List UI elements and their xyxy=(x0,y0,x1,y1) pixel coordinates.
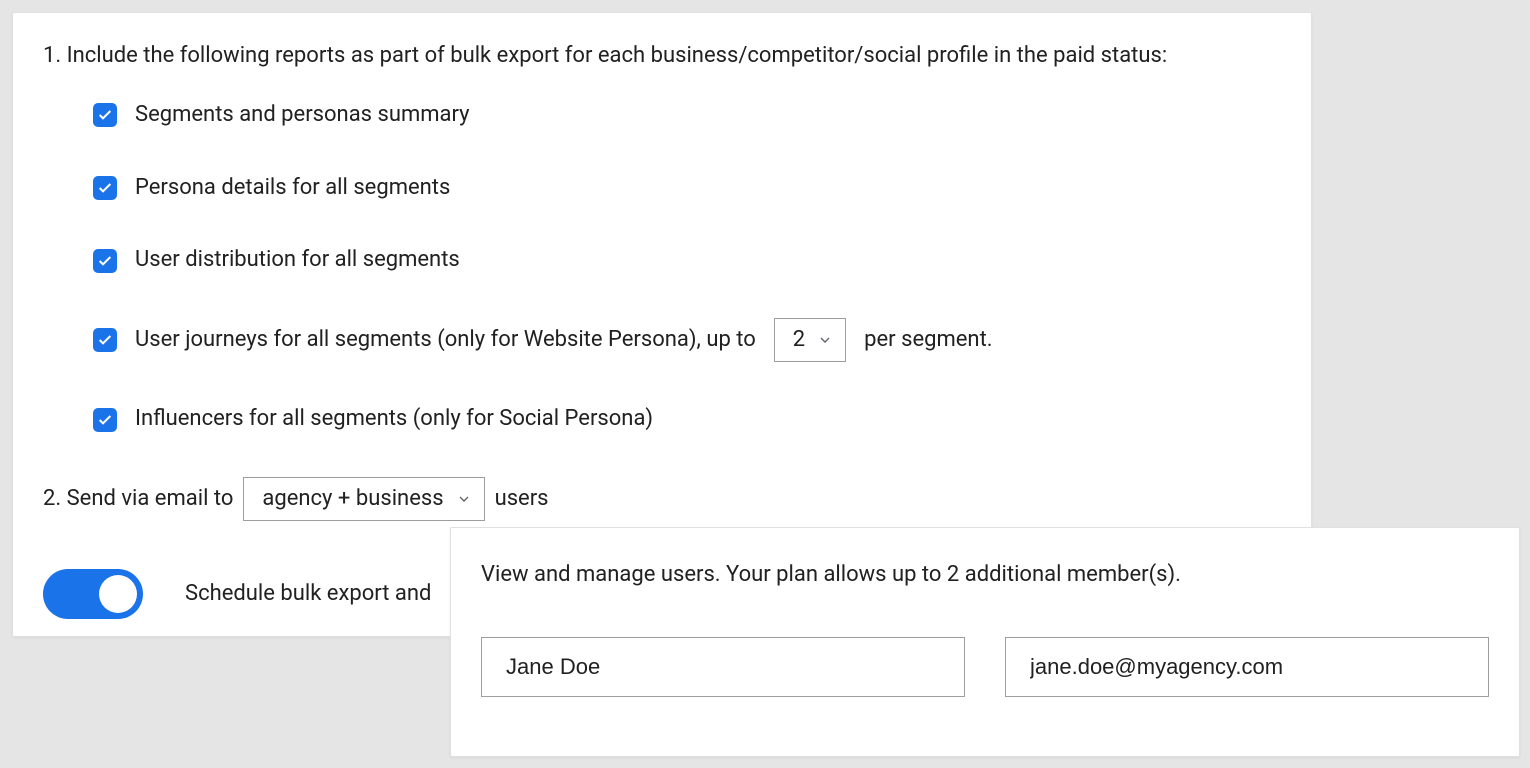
email-recipients-select[interactable]: agency + business xyxy=(243,477,484,521)
check-label-persona-details: Persona details for all segments xyxy=(135,173,450,204)
chevron-down-icon xyxy=(456,491,472,507)
check-label-user-journeys-pre: User journeys for all segments (only for… xyxy=(135,325,756,356)
checkbox-user-distribution[interactable] xyxy=(93,249,117,273)
checkbox-user-journeys[interactable] xyxy=(93,328,117,352)
section-2-email: 2. Send via email to agency + business u… xyxy=(43,477,1281,521)
journeys-per-segment-value: 2 xyxy=(793,325,805,356)
section-1-heading: 1. Include the following reports as part… xyxy=(43,41,1281,72)
manage-users-card: View and manage users. Your plan allows … xyxy=(450,527,1520,757)
schedule-label: Schedule bulk export and xyxy=(185,579,431,610)
checkbox-persona-details[interactable] xyxy=(93,176,117,200)
toggle-knob xyxy=(99,575,137,613)
report-checklist: Segments and personas summary Persona de… xyxy=(93,100,1281,435)
manage-users-text: View and manage users. Your plan allows … xyxy=(481,560,1489,591)
check-icon xyxy=(97,412,113,428)
check-label-influencers: Influencers for all segments (only for S… xyxy=(135,404,653,435)
check-label-user-journeys-post: per segment. xyxy=(864,325,992,356)
check-label-segments-summary: Segments and personas summary xyxy=(135,100,470,131)
user-name-input[interactable] xyxy=(481,637,965,697)
check-row-user-journeys: User journeys for all segments (only for… xyxy=(93,318,1281,362)
check-icon xyxy=(97,180,113,196)
check-icon xyxy=(97,107,113,123)
check-row-persona-details: Persona details for all segments xyxy=(93,173,1281,204)
section-2-label-pre: 2. Send via email to xyxy=(43,484,233,515)
chevron-down-icon xyxy=(817,332,833,348)
check-row-segments-summary: Segments and personas summary xyxy=(93,100,1281,131)
check-icon xyxy=(97,332,113,348)
user-fields-row xyxy=(481,637,1489,697)
email-recipients-value: agency + business xyxy=(262,484,443,515)
checkbox-segments-summary[interactable] xyxy=(93,103,117,127)
checkbox-influencers[interactable] xyxy=(93,408,117,432)
check-label-user-distribution: User distribution for all segments xyxy=(135,245,460,276)
check-row-influencers: Influencers for all segments (only for S… xyxy=(93,404,1281,435)
check-icon xyxy=(97,253,113,269)
user-email-input[interactable] xyxy=(1005,637,1489,697)
journeys-per-segment-select[interactable]: 2 xyxy=(774,318,846,362)
section-2-label-post: users xyxy=(495,484,549,515)
schedule-toggle[interactable] xyxy=(43,569,143,619)
check-row-user-distribution: User distribution for all segments xyxy=(93,245,1281,276)
